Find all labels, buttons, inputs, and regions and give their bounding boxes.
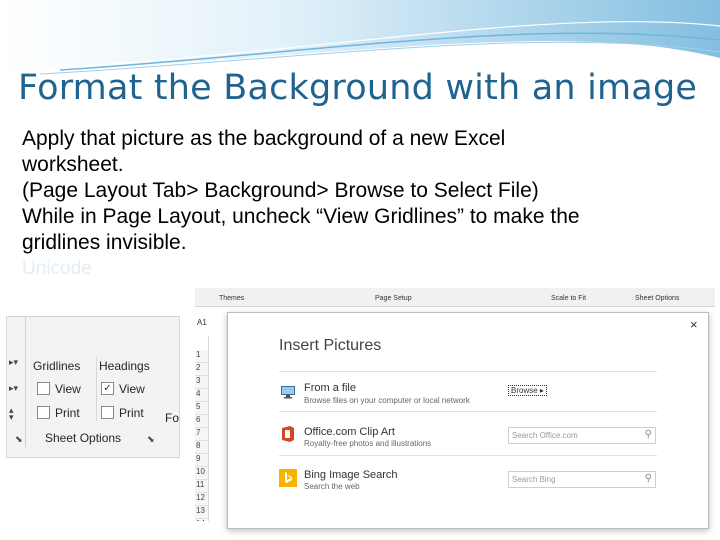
column-divider [96, 357, 97, 421]
headings-print-checkbox[interactable] [101, 406, 114, 419]
sheet-options-panel: ▸▾ ▸▾ ▴ ▾ Gridlines Headings View ✓ View… [6, 316, 180, 458]
body-line: Apply that picture as the background of … [22, 127, 506, 150]
ribbon-group-sheet-options[interactable]: Sheet Options [635, 295, 679, 302]
row-header[interactable]: 3 [195, 376, 208, 389]
row-header[interactable]: 8 [195, 441, 208, 454]
spinner-arrow-icon[interactable]: ▾ [9, 412, 14, 423]
row-header[interactable]: 7 [195, 428, 208, 441]
bing-icon [279, 469, 297, 487]
row-header[interactable]: 4 [195, 389, 208, 402]
option-title-from-file[interactable]: From a file [304, 382, 356, 394]
row-header[interactable]: 13 [195, 506, 208, 519]
launcher-icon[interactable]: ⬊ [15, 434, 23, 445]
headings-print-label: Print [119, 406, 144, 420]
ribbon-group-labels: Themes Page Setup Scale to Fit Sheet Opt… [195, 288, 715, 307]
headings-view-checkbox[interactable]: ✓ [101, 382, 114, 395]
browse-link[interactable]: Browse ▸ [508, 385, 547, 396]
faded-text: Unicode [22, 258, 92, 279]
row-header[interactable]: 6 [195, 415, 208, 428]
dropdown-arrow-icon[interactable]: ▸▾ [9, 357, 18, 368]
computer-icon [281, 386, 295, 399]
search-icon[interactable]: ⚲ [645, 429, 652, 440]
sheet-options-group-label: Sheet Options [45, 431, 122, 445]
body-line: While in Page Layout, uncheck “View Grid… [22, 205, 580, 228]
ribbon-group-page-setup[interactable]: Page Setup [375, 295, 412, 302]
cut-off-text: Fo [165, 411, 180, 425]
ribbon-group-themes[interactable]: Themes [219, 295, 244, 302]
search-bing-input[interactable]: Search Bing ⚲ [508, 471, 656, 488]
dialog-title: Insert Pictures [279, 337, 382, 354]
gridlines-view-label: View [55, 382, 81, 396]
row-header[interactable]: 9 [195, 454, 208, 467]
row-header[interactable]: 1 [195, 350, 208, 363]
option-subtitle: Browse files on your computer or local n… [304, 396, 470, 405]
gridlines-print-checkbox[interactable] [37, 406, 50, 419]
option-subtitle: Search the web [304, 482, 360, 491]
divider [279, 411, 657, 412]
slide-title: Format the Background with an image [18, 68, 698, 108]
dropdown-arrow-icon[interactable]: ▸▾ [9, 383, 18, 394]
gridlines-label: Gridlines [33, 359, 81, 373]
search-office-input[interactable]: Search Office.com ⚲ [508, 427, 656, 444]
row-headers: 123456789101112131415 [195, 350, 208, 521]
slide-body: Apply that picture as the background of … [22, 126, 712, 256]
row-header[interactable]: 5 [195, 402, 208, 415]
option-title-bing[interactable]: Bing Image Search [304, 469, 398, 481]
row-header[interactable]: 2 [195, 363, 208, 376]
row-header[interactable]: 11 [195, 480, 208, 493]
body-line: worksheet. [22, 153, 124, 176]
headings-view-label: View [119, 382, 145, 396]
body-line: (Page Layout Tab> Background> Browse to … [22, 179, 539, 202]
row-header[interactable]: 14 [195, 519, 208, 521]
gridlines-view-checkbox[interactable] [37, 382, 50, 395]
insert-pictures-dialog: × Insert Pictures From a file Browse fil… [227, 312, 709, 529]
divider [279, 455, 657, 456]
row-header[interactable]: 12 [195, 493, 208, 506]
close-icon[interactable]: × [690, 317, 698, 332]
office-icon [282, 426, 294, 442]
headings-label: Headings [99, 359, 150, 373]
search-icon[interactable]: ⚲ [645, 473, 652, 484]
gridlines-print-label: Print [55, 406, 80, 420]
dialog-launcher-icon[interactable]: ⬊ [147, 434, 155, 445]
option-title-office-clip-art[interactable]: Office.com Clip Art [304, 426, 395, 438]
divider [279, 371, 657, 372]
ribbon-group-scale-to-fit[interactable]: Scale to Fit [551, 295, 586, 302]
group-divider [25, 317, 26, 447]
row-header[interactable]: 10 [195, 467, 208, 480]
body-line: gridlines invisible. [22, 231, 187, 254]
option-subtitle: Royalty-free photos and illustrations [304, 439, 432, 448]
